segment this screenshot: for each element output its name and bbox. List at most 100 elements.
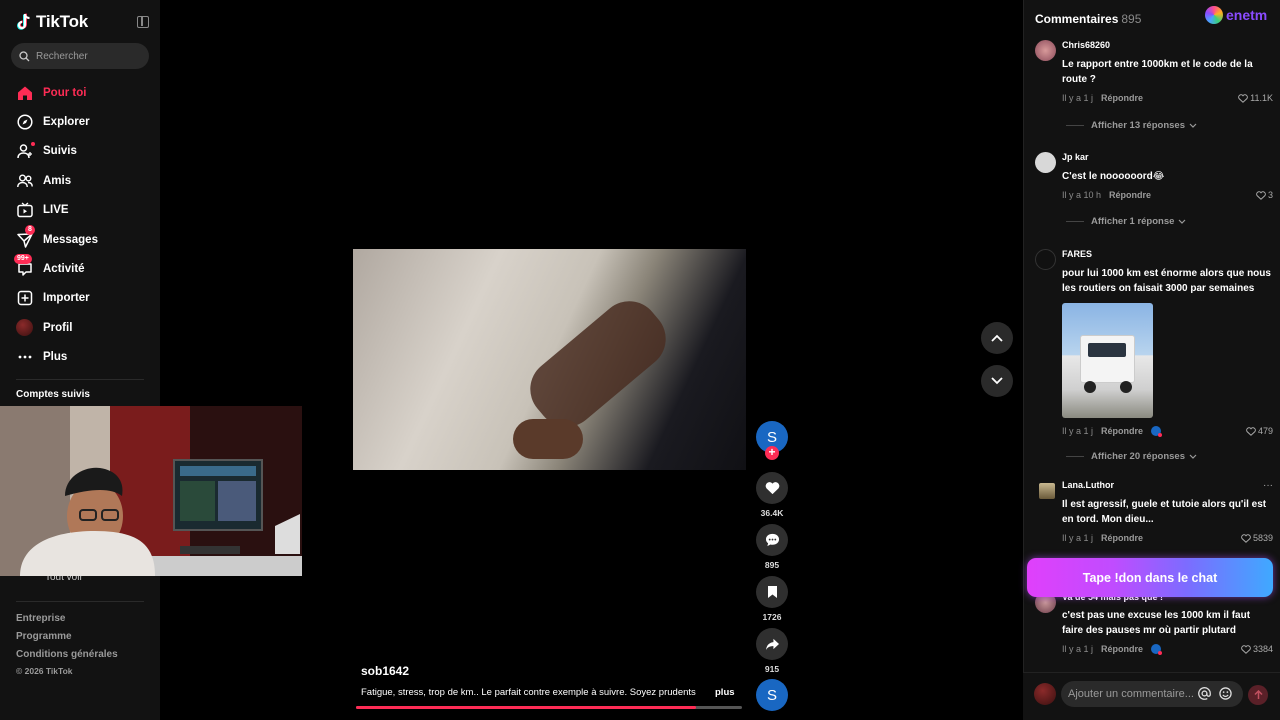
video-progress-bar[interactable] — [356, 706, 742, 709]
chevron-down-icon — [1189, 123, 1197, 128]
comment-time: Il y a 10 h — [1062, 190, 1102, 200]
share-button[interactable] — [756, 628, 788, 660]
live-icon — [16, 202, 33, 219]
divider — [16, 379, 144, 380]
comment-like-button[interactable]: 5839 — [1241, 533, 1273, 543]
mention-icon[interactable] — [1198, 687, 1211, 700]
reply-button[interactable]: Répondre — [1101, 93, 1143, 103]
footer-link-program[interactable]: Programme — [16, 631, 118, 649]
brand-name: TikTok — [36, 12, 89, 31]
comments-panel: Commentaires 895 enetm Chris68260 Le rapp… — [1023, 0, 1280, 720]
bookmark-icon — [767, 586, 777, 598]
like-button[interactable] — [756, 472, 788, 504]
comment-like-button[interactable]: 11.1K — [1238, 93, 1273, 103]
comment-avatar[interactable] — [1035, 40, 1056, 61]
nav-item-activity[interactable]: 99+ Activité — [0, 253, 160, 283]
comment-username[interactable]: Lana.Luthor — [1062, 480, 1114, 490]
comment-item: Va de 54 mais pas que ! c'est pas une ex… — [1035, 592, 1273, 662]
view-replies-label: Afficher 13 réponses — [1091, 120, 1185, 131]
comment-count: 895 — [764, 560, 780, 570]
friends-icon — [16, 172, 33, 189]
reply-button[interactable]: Répondre — [1101, 426, 1143, 436]
nav-item-for-you[interactable]: Pour toi — [0, 78, 160, 107]
comment-like-button[interactable]: 3 — [1256, 190, 1273, 200]
send-comment-button[interactable] — [1248, 685, 1268, 705]
comment-time: Il y a 1 j — [1062, 426, 1094, 436]
emoji-icon[interactable] — [1219, 687, 1232, 700]
search-bar[interactable] — [11, 43, 149, 69]
comment-username[interactable]: Jp kar — [1062, 152, 1089, 162]
comment-time: Il y a 1 j — [1062, 644, 1094, 654]
chevron-down-icon — [991, 377, 1003, 385]
nav-item-explore[interactable]: Explorer — [0, 107, 160, 136]
video-author[interactable]: sob1642 — [361, 664, 409, 678]
view-replies-label: Afficher 20 réponses — [1091, 451, 1185, 462]
comment-username[interactable]: FARES — [1062, 249, 1092, 259]
comment-like-count: 479 — [1257, 426, 1273, 436]
nav-item-friends[interactable]: Amis — [0, 166, 160, 195]
follow-button[interactable]: + — [765, 446, 779, 460]
comment-avatar[interactable] — [1039, 483, 1055, 499]
comment-text: C'est le noooooord😂 — [1062, 171, 1165, 182]
comment-like-button[interactable]: 479 — [1246, 426, 1273, 436]
home-icon — [16, 84, 33, 101]
comment-meta: Il y a 1 j Répondre — [1062, 533, 1143, 543]
sound-avatar[interactable]: S — [756, 679, 788, 711]
nav-item-upload[interactable]: Importer — [0, 284, 160, 313]
creator-liked-icon — [1151, 426, 1163, 437]
copyright: © 2026 TikTok — [16, 666, 73, 676]
chevron-down-icon — [1189, 454, 1197, 459]
reply-button[interactable]: Répondre — [1101, 533, 1143, 543]
nav-item-messages[interactable]: 8 Messages — [0, 225, 160, 254]
view-replies-button[interactable]: Afficher 13 réponses — [1066, 120, 1197, 131]
search-input[interactable] — [36, 50, 136, 62]
collapse-sidebar-icon[interactable] — [137, 16, 149, 28]
comment-item: Lana.Luthor Il est agressif, guele et tu… — [1035, 480, 1273, 550]
comment-meta: Il y a 10 h Répondre — [1062, 190, 1151, 200]
current-user-avatar — [1034, 683, 1056, 705]
messages-badge: 8 — [25, 225, 35, 236]
save-button[interactable] — [756, 576, 788, 608]
comment-username[interactable]: Chris68260 — [1062, 40, 1110, 50]
comments-count: 895 — [1121, 12, 1142, 26]
donation-promo-banner: Tape !don dans le chat — [1027, 558, 1273, 597]
nav-item-more[interactable]: Plus — [0, 343, 160, 372]
footer-link-company[interactable]: Entreprise — [16, 613, 118, 631]
video-description: Fatigue, stress, trop de km.. Le parfait… — [361, 687, 696, 698]
nav-item-label: Suivis — [43, 145, 77, 158]
nav-item-live[interactable]: LIVE — [0, 196, 160, 225]
truck-image-detail — [1088, 343, 1126, 357]
comment-meta: Il y a 1 j Répondre — [1062, 644, 1163, 655]
creator-liked-icon — [1151, 644, 1163, 655]
video-frame-detail — [513, 419, 583, 459]
comment-item: Chris68260 Le rapport entre 1000km et le… — [1035, 40, 1273, 140]
comment-more-icon[interactable]: ··· — [1263, 480, 1273, 491]
reply-button[interactable]: Répondre — [1101, 644, 1143, 654]
comment-text: Il est agressif, guele et tutoie alors q… — [1062, 499, 1267, 525]
nav-item-profile[interactable]: Profil — [0, 313, 160, 342]
previous-video-button[interactable] — [981, 322, 1013, 354]
comment-like-button[interactable]: 3384 — [1241, 644, 1273, 654]
nav-item-label: Activité — [43, 263, 85, 276]
tiktok-logo[interactable]: TikTok — [16, 12, 88, 32]
nav-item-following[interactable]: Suivis — [0, 137, 160, 166]
next-video-button[interactable] — [981, 365, 1013, 397]
comment-image[interactable] — [1062, 303, 1153, 418]
footer-link-terms[interactable]: Conditions générales — [16, 649, 118, 667]
add-comment-input[interactable] — [1061, 681, 1243, 707]
nav-item-label: Importer — [43, 292, 90, 305]
view-replies-button[interactable]: Afficher 20 réponses — [1066, 451, 1197, 462]
nav-item-label: Explorer — [43, 116, 90, 129]
comment-button[interactable] — [756, 524, 788, 556]
comment-like-count: 3 — [1267, 190, 1273, 200]
following-accounts-title: Comptes suivis — [16, 389, 90, 400]
footer-links: Entreprise Programme Conditions générale… — [16, 613, 118, 667]
view-replies-button[interactable]: Afficher 1 réponse — [1066, 216, 1186, 227]
comment-time: Il y a 1 j — [1062, 533, 1094, 543]
reply-button[interactable]: Répondre — [1109, 190, 1151, 200]
comment-avatar[interactable] — [1035, 152, 1056, 173]
description-more-button[interactable]: plus — [715, 687, 735, 698]
activity-badge: 99+ — [14, 253, 32, 264]
video-player[interactable] — [353, 249, 746, 470]
comment-avatar[interactable] — [1035, 249, 1056, 270]
